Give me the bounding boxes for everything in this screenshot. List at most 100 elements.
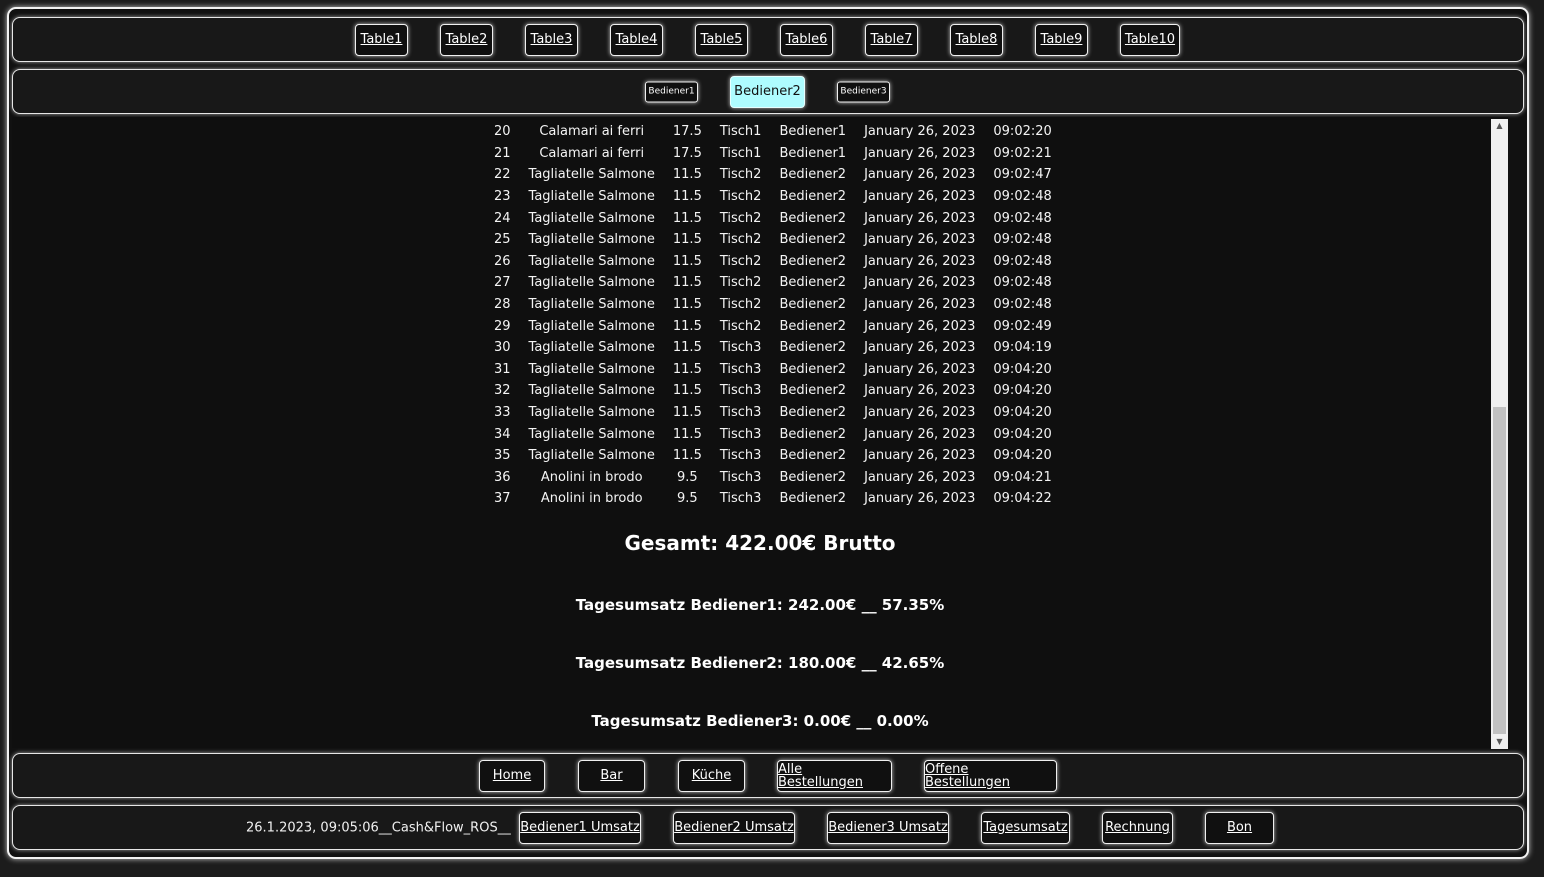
vertical-scrollbar[interactable]: ▲ ▼ [1491,119,1508,749]
order-table: Tisch3 [719,426,762,442]
order-waiter: Bediener2 [779,340,847,356]
order-waiter: Bediener2 [779,275,847,291]
order-item-name: Tagliatelle Salmone [528,167,655,183]
order-date: January 26, 2023 [864,491,976,507]
nav-all-orders-button[interactable]: Alle Bestellungen [777,759,892,792]
order-price: 11.5 [672,210,702,226]
table-button-8[interactable]: Table8 [950,23,1003,56]
order-date: January 26, 2023 [864,210,976,226]
order-order-id: 25 [494,232,511,248]
order-item-name: Tagliatelle Salmone [528,297,655,313]
order-time: 09:02:48 [993,210,1052,226]
order-date: January 26, 2023 [864,189,976,205]
bediener3-revenue-button[interactable]: Bediener3 Umsatz [827,811,949,844]
order-item-name: Tagliatelle Salmone [528,361,655,377]
scroll-thumb[interactable] [1493,407,1506,734]
waiter-button-3[interactable]: Bediener3 [837,81,890,102]
order-order-id: 26 [494,253,511,269]
order-price: 11.5 [672,448,702,464]
order-date: January 26, 2023 [864,361,976,377]
table-button-2[interactable]: Table2 [440,23,493,56]
order-row: 37 Anolini in brodo 9.5 Tisch3 Bediener2 Janu… [485,488,1061,510]
scroll-down-icon[interactable]: ▼ [1491,735,1508,749]
nav-open-orders-button[interactable]: Offene Bestellungen [924,759,1057,792]
table-button-9[interactable]: Table9 [1035,23,1088,56]
order-time: 09:04:20 [993,448,1052,464]
order-price: 11.5 [672,297,702,313]
order-table: Tisch2 [719,297,762,313]
order-item-name: Tagliatelle Salmone [528,426,655,442]
table-button-7[interactable]: Table7 [865,23,918,56]
order-time: 09:04:20 [993,405,1052,421]
bediener1-revenue-button[interactable]: Bediener1 Umsatz [519,811,641,844]
order-waiter: Bediener2 [779,210,847,226]
order-price: 11.5 [672,361,702,377]
order-price: 11.5 [672,383,702,399]
order-table: Tisch2 [719,318,762,334]
daily-revenue-button[interactable]: Tagesumsatz [981,811,1070,844]
order-date: January 26, 2023 [864,145,976,161]
order-table: Tisch1 [719,145,762,161]
order-table: Tisch3 [719,383,762,399]
order-row: 29 Tagliatelle Salmone 11.5 Tisch2 Bediener2… [485,315,1061,337]
invoice-button[interactable]: Rechnung [1102,811,1173,844]
order-time: 09:04:20 [993,361,1052,377]
order-order-id: 21 [494,145,511,161]
order-order-id: 37 [494,491,511,507]
order-waiter: Bediener2 [779,426,847,442]
order-table: Tisch3 [719,448,762,464]
order-price: 9.5 [677,469,698,485]
scroll-up-icon[interactable]: ▲ [1491,119,1508,133]
order-time: 09:02:49 [993,318,1052,334]
order-waiter: Bediener1 [779,124,847,140]
order-row: 26 Tagliatelle Salmone 11.5 Tisch2 Bediener2… [485,251,1061,273]
waiter-button-1[interactable]: Bediener1 [645,81,698,102]
table-selector-bar: Table1 Table2 Table3 Table4 Table5 Table… [12,17,1524,62]
bediener2-revenue-button[interactable]: Bediener2 Umsatz [673,811,795,844]
order-time: 09:02:20 [993,124,1052,140]
nav-bar-button[interactable]: Bar [578,759,645,792]
table-button-10[interactable]: Table10 [1120,23,1180,56]
nav-kitchen-button[interactable]: Küche [678,759,745,792]
order-row: 32 Tagliatelle Salmone 11.5 Tisch3 Bediener2… [485,380,1061,402]
order-row: 30 Tagliatelle Salmone 11.5 Tisch3 Bediener2… [485,337,1061,359]
order-order-id: 28 [494,297,511,313]
order-row: 21 Calamari ai ferri 17.5 Tisch1 Bediener1 Ja… [485,143,1061,165]
order-date: January 26, 2023 [864,318,976,334]
table-button-3[interactable]: Table3 [525,23,578,56]
table-button-5[interactable]: Table5 [695,23,748,56]
table-button-6[interactable]: Table6 [780,23,833,56]
order-order-id: 30 [494,340,511,356]
order-item-name: Tagliatelle Salmone [528,275,655,291]
table-button-1[interactable]: Table1 [355,23,408,56]
order-waiter: Bediener2 [779,469,847,485]
status-clock: 26.1.2023, 09:05:06__Cash&Flow_ROS__ [246,820,511,835]
order-table: Tisch2 [719,232,762,248]
order-order-id: 27 [494,275,511,291]
order-row: 25 Tagliatelle Salmone 11.5 Tisch2 Bediener2… [485,229,1061,251]
order-time: 09:02:48 [993,275,1052,291]
order-price: 11.5 [672,253,702,269]
order-item-name: Anolini in brodo [540,491,643,507]
nav-home-button[interactable]: Home [479,759,545,792]
order-waiter: Bediener2 [779,232,847,248]
waiter-button-2-active[interactable]: Bediener2 [730,75,805,108]
order-price: 11.5 [672,426,702,442]
order-time: 09:02:48 [993,253,1052,269]
order-order-id: 32 [494,383,511,399]
order-table: Tisch2 [719,253,762,269]
order-waiter: Bediener2 [779,405,847,421]
revenue-bediener1: Tagesumsatz Bediener1: 242.00€ __ 57.35% [575,596,945,614]
order-order-id: 20 [494,124,511,140]
order-price: 17.5 [672,145,702,161]
table-button-4[interactable]: Table4 [610,23,663,56]
order-row: 31 Tagliatelle Salmone 11.5 Tisch3 Bediener2… [485,359,1061,381]
order-row: 20 Calamari ai ferri 17.5 Tisch1 Bediener1 Ja… [485,121,1061,143]
receipt-button[interactable]: Bon [1205,811,1274,844]
orders-panel: 20 Calamari ai ferri 17.5 Tisch1 Bediener1 Ja… [12,117,1508,748]
order-table: Tisch3 [719,340,762,356]
order-price: 11.5 [672,340,702,356]
order-order-id: 29 [494,318,511,334]
order-waiter: Bediener2 [779,318,847,334]
order-table: Tisch3 [719,361,762,377]
